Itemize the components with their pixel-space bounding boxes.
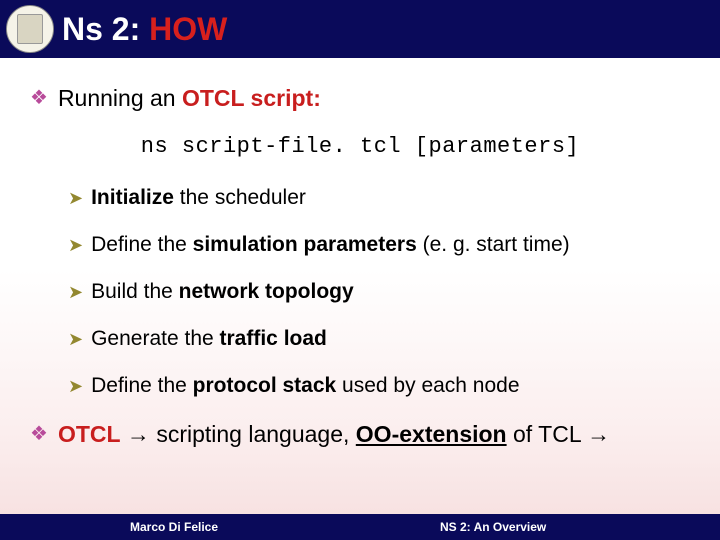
sub-text: Initialize the scheduler [91,185,306,211]
footer-bar: Marco Di Felice NS 2: An Overview [0,514,720,540]
otcl-text: OTCL → scripting language, OO-extension … [58,420,610,448]
otcl-b1: OTCL [58,421,121,447]
sub-bullet-initialize: ➤ Initialize the scheduler [68,185,692,211]
run-bold: OTCL script: [182,85,321,111]
sb1-b1: simulation parameters [193,233,417,256]
run-prefix: Running an [58,85,182,111]
otcl-b2: OO-extension [356,421,507,447]
arrow-bullet-icon: ➤ [68,373,83,399]
sb2-b1: network topology [179,280,354,303]
otcl-arrow1: → [121,421,157,447]
title-part1: Ns 2: [62,11,149,47]
footer-title: NS 2: An Overview [440,520,546,534]
command-line: ns script-file. tcl [parameters] [28,134,692,159]
arrow-bullet-icon: ➤ [68,326,83,352]
university-seal-icon [6,5,54,53]
arrow-bullet-icon: ➤ [68,185,83,211]
sub-bullet-network-topology: ➤ Build the network topology [68,279,692,305]
bullet-otcl-language: ❖ OTCL → scripting language, OO-extensio… [30,420,692,448]
otcl-mid: scripting language, [156,421,355,447]
footer-author: Marco Di Felice [130,520,218,534]
sb0-b1: Initialize [91,186,174,209]
sb3-b1: traffic load [220,327,327,350]
sub-bullet-simulation-params: ➤ Define the simulation parameters (e. g… [68,232,692,258]
sub-text: Define the protocol stack used by each n… [91,373,519,399]
sb3-pre: Generate the [91,327,219,350]
sb1-pre: Define the [91,233,193,256]
slide-title: Ns 2: HOW [62,11,227,48]
slide: Ns 2: HOW ❖ Running an OTCL script: ns s… [0,0,720,540]
sub-bullet-traffic-load: ➤ Generate the traffic load [68,326,692,352]
title-bar: Ns 2: HOW [0,0,720,58]
sb4-pre: Define the [91,374,193,397]
sb2-pre: Build the [91,280,179,303]
sb0-mid: the scheduler [174,186,306,209]
sub-text: Generate the traffic load [91,326,327,352]
bullet-text: Running an OTCL script: [58,84,321,112]
arrow-bullet-icon: ➤ [68,279,83,305]
diamond-bullet-icon: ❖ [30,84,48,112]
otcl-post: of TCL → [507,421,611,447]
diamond-bullet-icon: ❖ [30,420,48,448]
sb1-mid: (e. g. start time) [417,233,570,256]
sub-text: Build the network topology [91,279,354,305]
bullet-running-otcl: ❖ Running an OTCL script: [30,84,692,112]
title-part2: HOW [149,11,227,47]
slide-body: ❖ Running an OTCL script: ns script-file… [0,58,720,448]
sub-text: Define the simulation parameters (e. g. … [91,232,570,258]
sub-bullet-list: ➤ Initialize the scheduler ➤ Define the … [68,185,692,399]
seal-inner-icon [17,14,43,44]
sb4-b1: protocol stack [193,374,337,397]
sb4-mid: used by each node [336,374,519,397]
sub-bullet-protocol-stack: ➤ Define the protocol stack used by each… [68,373,692,399]
arrow-bullet-icon: ➤ [68,232,83,258]
